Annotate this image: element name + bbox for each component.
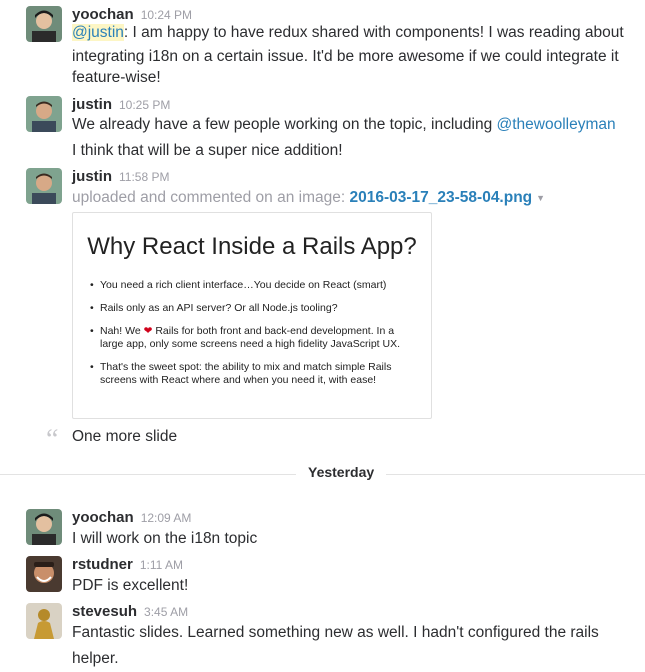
username[interactable]: yoochan <box>72 509 134 526</box>
message-text: : I am happy to have redux shared with c… <box>123 24 624 41</box>
slide-bullet: You need a rich client interface…You dec… <box>90 279 417 292</box>
message-text: We already have a few people working on … <box>72 116 497 133</box>
username[interactable]: rstudner <box>72 556 133 573</box>
message-text: I think that will be a super nice additi… <box>72 142 343 159</box>
avatar-justin[interactable] <box>26 168 62 204</box>
timestamp[interactable]: 10:25 PM <box>119 98 170 112</box>
file-comment: One more slide <box>72 428 178 445</box>
mention-justin[interactable]: @justin <box>72 24 124 41</box>
image-preview[interactable]: Why React Inside a Rails App? You need a… <box>72 212 432 419</box>
timestamp[interactable]: 12:09 AM <box>141 511 192 525</box>
slide-bullet: Nah! We ❤ Rails for both front and back-… <box>90 325 417 351</box>
avatar-justin[interactable] <box>26 96 62 132</box>
mention-thewoolleyman[interactable]: @thewoolleyman <box>497 116 616 133</box>
slide-title: Why React Inside a Rails App? <box>87 233 417 260</box>
avatar-stevesuh[interactable] <box>26 603 62 639</box>
timestamp[interactable]: 11:58 PM <box>119 170 169 184</box>
file-name-link[interactable]: 2016-03-17_23-58-04.png <box>349 189 532 206</box>
timestamp[interactable]: 3:45 AM <box>144 605 188 619</box>
username[interactable]: justin <box>72 96 112 113</box>
slide-bullet: That's the sweet spot: the ability to mi… <box>90 361 417 387</box>
message-text: PDF is excellent! <box>72 577 189 594</box>
avatar-rstudner[interactable] <box>26 556 62 592</box>
slide-bullet-text: Nah! We <box>100 325 141 337</box>
slide-bullet: Rails only as an API server? Or all Node… <box>90 302 417 315</box>
message-text: I will work on the i18n topic <box>72 530 258 547</box>
avatar-yoochan[interactable] <box>26 6 62 42</box>
username[interactable]: justin <box>72 168 112 185</box>
timestamp[interactable]: 1:11 AM <box>140 558 183 572</box>
chevron-down-icon[interactable]: ▼ <box>536 193 545 203</box>
upload-text: uploaded and commented on an image: <box>72 189 350 207</box>
slide-bullet-list: You need a rich client interface…You dec… <box>90 279 417 397</box>
message-text: Fantastic slides. Learned something new … <box>72 624 599 667</box>
avatar-yoochan[interactable] <box>26 509 62 545</box>
heart-icon: ❤ <box>143 325 153 337</box>
quote-icon: “ <box>46 424 59 455</box>
message-text: feature-wise! <box>72 69 161 86</box>
day-divider-label[interactable]: Yesterday <box>296 464 387 480</box>
username[interactable]: stevesuh <box>72 603 137 620</box>
